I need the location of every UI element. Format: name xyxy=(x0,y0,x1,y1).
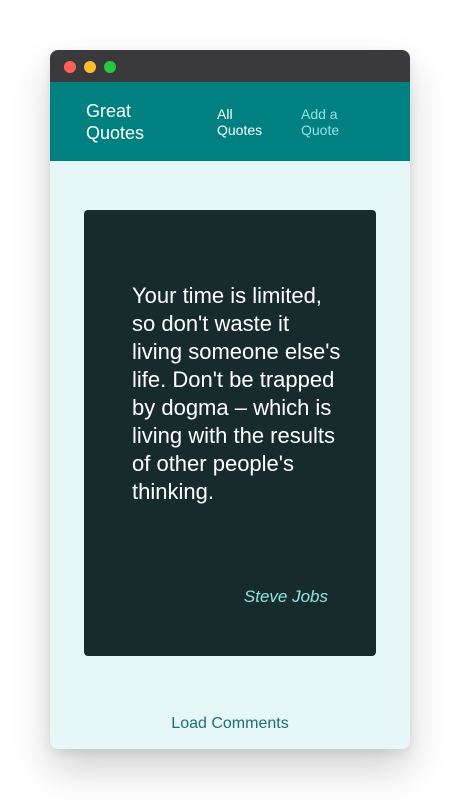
browser-window: Great Quotes All Quotes Add a Quote Your… xyxy=(50,50,410,749)
window-titlebar xyxy=(50,50,410,82)
nav-all-quotes[interactable]: All Quotes xyxy=(217,106,277,138)
load-comments-link[interactable]: Load Comments xyxy=(50,714,410,734)
close-window-icon[interactable] xyxy=(64,61,76,73)
quote-text: Your time is limited, so don't waste it … xyxy=(132,283,341,504)
maximize-window-icon[interactable] xyxy=(104,61,116,73)
quote-author: Steve Jobs xyxy=(243,587,328,606)
app-header: Great Quotes All Quotes Add a Quote xyxy=(50,82,410,161)
quote-card: Your time is limited, so don't waste it … xyxy=(84,210,376,656)
minimize-window-icon[interactable] xyxy=(84,61,96,73)
nav-add-quote[interactable]: Add a Quote xyxy=(301,106,361,138)
brand-logo[interactable]: Great Quotes xyxy=(86,100,176,144)
